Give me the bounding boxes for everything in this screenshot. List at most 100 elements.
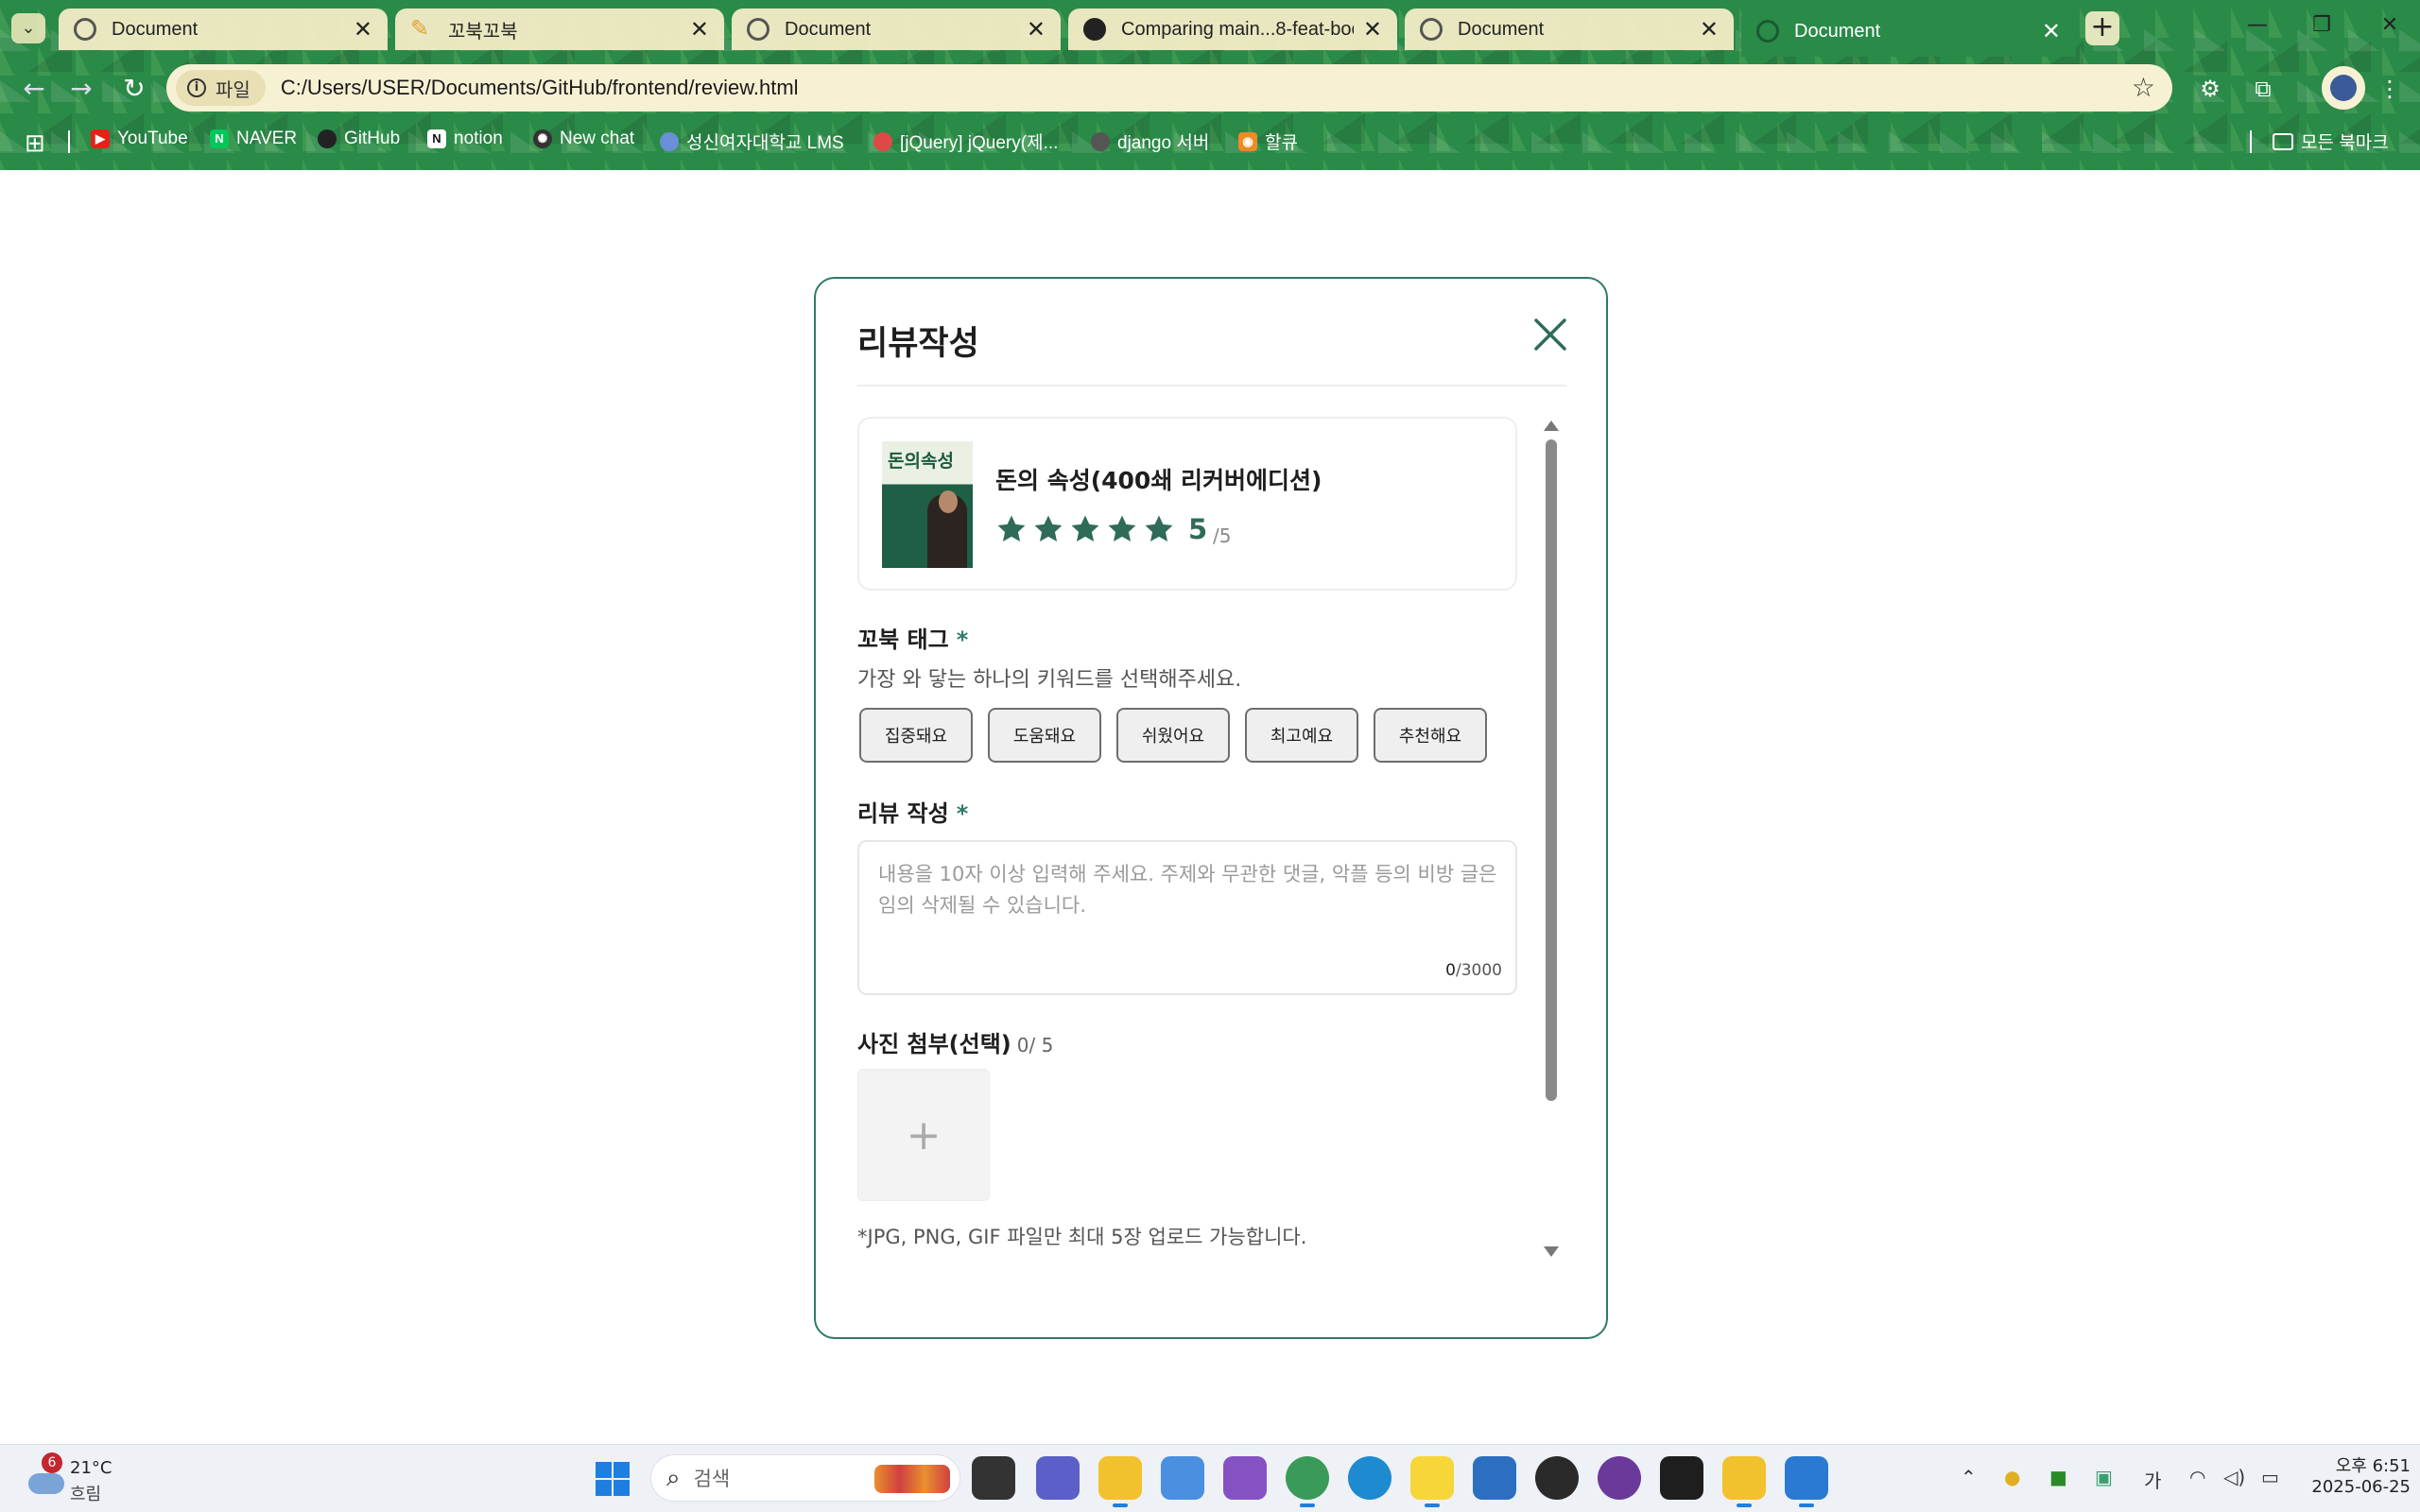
tag-button[interactable]: 집중돼요: [859, 708, 973, 763]
battery-icon[interactable]: ▭: [2261, 1466, 2279, 1488]
bookmark-item[interactable]: GitHub: [318, 129, 400, 149]
add-photo-button[interactable]: +: [857, 1069, 990, 1201]
openai-app-icon[interactable]: [1535, 1456, 1579, 1500]
nvidia-tray-icon[interactable]: ■: [2049, 1466, 2067, 1488]
browser-tab-active[interactable]: Document ✕: [1741, 6, 2076, 57]
bookmark-item[interactable]: N notion: [427, 129, 503, 149]
notepad-icon[interactable]: [1722, 1456, 1766, 1507]
clock-date[interactable]: 2025-06-25: [2288, 1477, 2411, 1497]
scrollbar-thumb[interactable]: [1546, 439, 1557, 1101]
notification-badge: 6: [42, 1452, 62, 1473]
browser-tab[interactable]: Comparing main...8-feat-book ✕: [1068, 9, 1397, 50]
new-tab-button[interactable]: +: [2085, 11, 2119, 45]
profile-avatar[interactable]: [2322, 66, 2365, 110]
star-icon[interactable]: [1032, 513, 1064, 545]
task-view-icon[interactable]: [972, 1456, 1015, 1500]
bookmark-label: GitHub: [344, 129, 401, 148]
extension-robot-icon[interactable]: ⚙: [2193, 72, 2227, 106]
address-bar[interactable]: i 파일 C:/Users/USER/Documents/GitHub/fron…: [166, 64, 2172, 112]
bookmark-item[interactable]: ◉ 할큐: [1238, 129, 1298, 154]
close-icon[interactable]: ✕: [354, 16, 372, 43]
photo-upload-note: *JPG, PNG, GIF 파일만 최대 5장 업로드 가능합니다.: [857, 1226, 1307, 1248]
weather-temperature: 21°C: [70, 1458, 112, 1478]
scroll-down-arrow-icon[interactable]: [1544, 1246, 1559, 1257]
char-count-max: /3000: [1456, 961, 1502, 980]
vscode-icon[interactable]: [1785, 1456, 1828, 1507]
close-icon[interactable]: ✕: [1027, 16, 1046, 43]
volume-icon[interactable]: ◁): [2223, 1466, 2245, 1488]
menu-dots-icon[interactable]: ⋮: [2373, 72, 2407, 106]
close-icon[interactable]: ✕: [2042, 18, 2061, 45]
restore-icon[interactable]: ❐: [2303, 13, 2341, 37]
clock-time[interactable]: 오후 6:51: [2307, 1452, 2411, 1477]
store-icon[interactable]: [1473, 1456, 1516, 1500]
browser-tab[interactable]: Document ✕: [732, 9, 1061, 50]
kakaotalk-icon[interactable]: [1410, 1456, 1454, 1507]
star-icon[interactable]: [995, 513, 1028, 545]
bookmark-item[interactable]: 성신여자대학교 LMS: [660, 129, 844, 154]
tag-button[interactable]: 쉬웠어요: [1116, 708, 1230, 763]
chrome-icon[interactable]: [1286, 1456, 1329, 1507]
weather-widget[interactable]: 6 21°C 흐림: [25, 1452, 119, 1505]
bookmark-label: YouTube: [117, 129, 188, 148]
book-cover: 돈의속성: [882, 441, 973, 568]
bookmark-item[interactable]: ✺ New chat: [533, 129, 634, 149]
apps-grid-icon[interactable]: ⊞: [25, 129, 45, 158]
star-icon[interactable]: [1106, 513, 1138, 545]
copilot-icon[interactable]: [1161, 1456, 1204, 1500]
close-icon[interactable]: ✕: [690, 16, 709, 43]
edge-icon[interactable]: [1348, 1456, 1392, 1500]
pencil-icon: ✎: [410, 16, 430, 42]
url-text[interactable]: C:/Users/USER/Documents/GitHub/frontend/…: [281, 76, 799, 100]
globe-icon: [1756, 20, 1779, 43]
ime-indicator[interactable]: 가: [2144, 1466, 2161, 1493]
reload-icon[interactable]: ↻: [117, 72, 151, 106]
tag-button[interactable]: 최고예요: [1245, 708, 1358, 763]
review-textarea[interactable]: [878, 859, 1498, 954]
site-info-chip[interactable]: i 파일: [176, 70, 266, 106]
close-icon[interactable]: ✕: [1700, 16, 1719, 43]
browser-tab[interactable]: ✎ 꼬북꼬북 ✕: [395, 9, 724, 50]
tab-search-button[interactable]: ⌄: [11, 13, 45, 43]
tray-overflow-icon[interactable]: ⌃: [1961, 1466, 1977, 1488]
visual-studio-icon[interactable]: [1223, 1456, 1267, 1500]
star-icon[interactable]: [1069, 513, 1101, 545]
review-section-label: 리뷰 작성 *: [857, 795, 968, 828]
tag-button[interactable]: 추천해요: [1374, 708, 1487, 763]
bookmark-item[interactable]: [jQuery] jQuery(제...: [873, 129, 1058, 154]
figma-icon[interactable]: [1660, 1456, 1703, 1500]
tags-label: 꼬북 태그: [857, 627, 949, 653]
forward-icon[interactable]: →: [64, 72, 98, 106]
close-window-icon[interactable]: ✕: [2371, 13, 2409, 37]
bookmark-star-icon[interactable]: ☆: [2132, 72, 2155, 103]
teams-icon[interactable]: [1036, 1456, 1080, 1500]
star-icon[interactable]: [1143, 513, 1175, 545]
app-tray-icon[interactable]: ▣: [2095, 1466, 2113, 1488]
close-icon[interactable]: [1532, 317, 1568, 352]
globe-icon: [1420, 18, 1443, 41]
extensions-puzzle-icon[interactable]: ⧉: [2246, 72, 2280, 106]
bookmark-item[interactable]: django 서버: [1091, 129, 1209, 154]
browser-chrome: ⌄ Document ✕ ✎ 꼬북꼬북 ✕ Document ✕ Compari…: [0, 0, 2420, 170]
bookmark-item[interactable]: ▶ YouTube: [91, 129, 188, 149]
kakao-tray-icon[interactable]: ●: [2004, 1466, 2020, 1488]
all-bookmarks-button[interactable]: 모든 북마크: [2273, 129, 2389, 154]
close-icon[interactable]: ✕: [1363, 16, 1382, 43]
required-mark: *: [956, 627, 969, 653]
modal-scrollbar[interactable]: [1544, 421, 1559, 1260]
notion-icon: N: [427, 129, 446, 148]
start-button[interactable]: [596, 1462, 630, 1496]
browser-tab[interactable]: Document ✕: [59, 9, 388, 50]
taskbar-search[interactable]: ⌕ 검색: [650, 1454, 960, 1502]
modal-scroll-area[interactable]: 돈의속성 돈의 속성(400쇄 리커버에디션) 5 /5 꼬북 태그 * 가장 와…: [857, 417, 1519, 1267]
browser-tab[interactable]: Document ✕: [1405, 9, 1734, 50]
star-rating[interactable]: [995, 513, 1180, 545]
minimize-icon[interactable]: —: [2238, 13, 2276, 37]
bookmark-item[interactable]: N NAVER: [210, 129, 297, 149]
wifi-icon[interactable]: ◠: [2189, 1466, 2205, 1488]
scroll-up-arrow-icon[interactable]: [1544, 421, 1559, 431]
tag-button[interactable]: 도움돼요: [988, 708, 1101, 763]
file-explorer-icon[interactable]: [1098, 1456, 1142, 1507]
back-icon[interactable]: ←: [17, 72, 51, 106]
github-desktop-icon[interactable]: [1598, 1456, 1641, 1500]
